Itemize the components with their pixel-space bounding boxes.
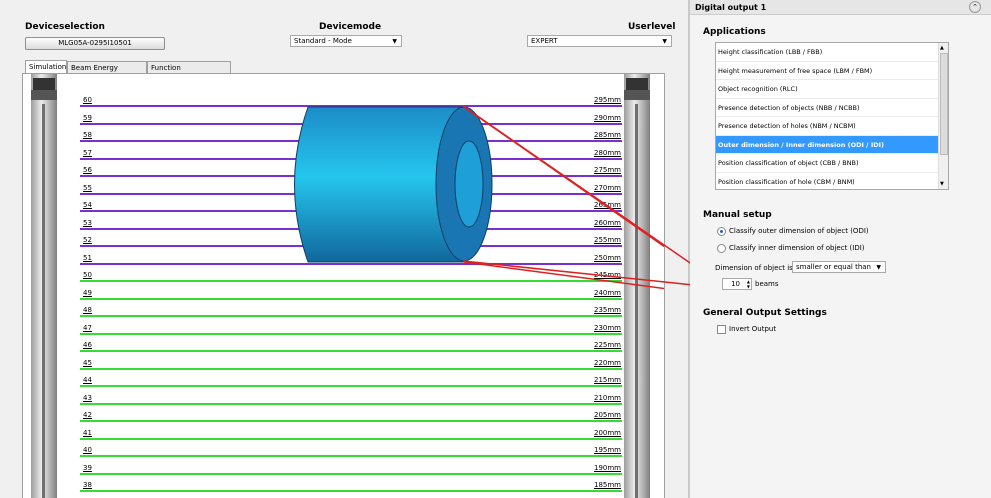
beams-unit-label: beams [755, 280, 779, 288]
dimension-label: Dimension of object is [715, 264, 793, 272]
manual-setup-label: Manual setup [703, 210, 772, 220]
scroll-down-icon[interactable]: ▼ [940, 181, 944, 187]
application-item[interactable]: Outer dimension / Inner dimension (ODI /… [716, 135, 940, 154]
tab-simulation[interactable]: Simulation [25, 60, 67, 73]
spinner-arrows-icon[interactable]: ▲ ▼ [747, 279, 750, 289]
application-item[interactable]: Presence detection of objects (NBB / NCB… [716, 99, 940, 117]
dimension-select[interactable]: smaller or equal than ▼ [792, 261, 886, 273]
scroll-up-icon[interactable]: ▲ [940, 45, 944, 51]
user-level-value: EXPERT [531, 37, 558, 45]
tab-beam-energy-monitor[interactable]: Beam Energy Monitor [67, 61, 147, 84]
list-scrollbar[interactable]: ▲ ▼ [938, 43, 948, 189]
scroll-thumb[interactable] [940, 53, 948, 155]
chevron-down-icon: ▼ [662, 38, 667, 45]
beams-value: 10 [731, 280, 740, 288]
device-selection-button[interactable]: MLG05A-0295I10501 [25, 37, 165, 50]
device-mode-select[interactable]: Standard - Mode ▼ [290, 35, 402, 47]
annotation-line-bottom [463, 261, 664, 290]
properties-panel: Digital output 1 ⌃ Applications Height c… [690, 0, 991, 498]
tab-function-programming[interactable]: Function programming [147, 61, 231, 84]
panel-header: Digital output 1 ⌃ [690, 0, 991, 15]
user-level-label: Userlevel [628, 22, 676, 32]
general-output-label: General Output Settings [703, 308, 827, 318]
panel-title: Digital output 1 [695, 3, 767, 12]
dimension-value: smaller or equal than [796, 263, 871, 271]
device-mode-value: Standard - Mode [294, 37, 352, 45]
application-item[interactable]: Presence detection of holes (NBM / NCBM) [716, 117, 940, 136]
radio-outer-label: Classify outer dimension of object (ODI) [729, 227, 869, 235]
collapse-icon[interactable]: ⌃ [969, 1, 981, 13]
applications-label: Applications [703, 27, 766, 37]
invert-output-label: Invert Output [729, 325, 777, 333]
chevron-down-icon: ▼ [392, 38, 397, 45]
device-mode-label: Devicemode [319, 22, 382, 32]
radio-outer-dimension[interactable] [717, 227, 726, 236]
annotation-line-top [463, 106, 664, 248]
user-level-select[interactable]: EXPERT ▼ [527, 35, 672, 47]
chevron-down-icon: ▼ [876, 264, 881, 271]
beams-spinner[interactable]: 10 ▲ ▼ [722, 278, 752, 290]
radio-inner-label: Classify inner dimension of object (IDI) [729, 244, 865, 252]
cylinder-hole [454, 140, 484, 228]
application-item[interactable]: Position classification of object (CBB /… [716, 154, 940, 173]
application-item[interactable]: Object recognition (RLC) [716, 80, 940, 99]
device-selection-label: Deviceselection [25, 22, 105, 32]
application-item[interactable]: Height classification (LBB / FBB) [716, 43, 940, 62]
application-item[interactable]: Position classification of hole (CBM / B… [716, 173, 940, 190]
simulation-view: 60 295mm 59 290mm 58 285mm 57 280mm 56 275mm 55 270… [22, 73, 665, 498]
applications-list[interactable]: Height classification (LBB / FBB) Height … [715, 42, 949, 190]
object-svg [294, 106, 664, 290]
application-item[interactable]: Height measurement of free space (LBM / … [716, 62, 940, 80]
simulation-panel: Deviceselection MLG05A-0295I10501 Device… [0, 0, 688, 498]
radio-inner-dimension[interactable] [717, 244, 726, 253]
invert-output-checkbox[interactable] [717, 325, 726, 334]
